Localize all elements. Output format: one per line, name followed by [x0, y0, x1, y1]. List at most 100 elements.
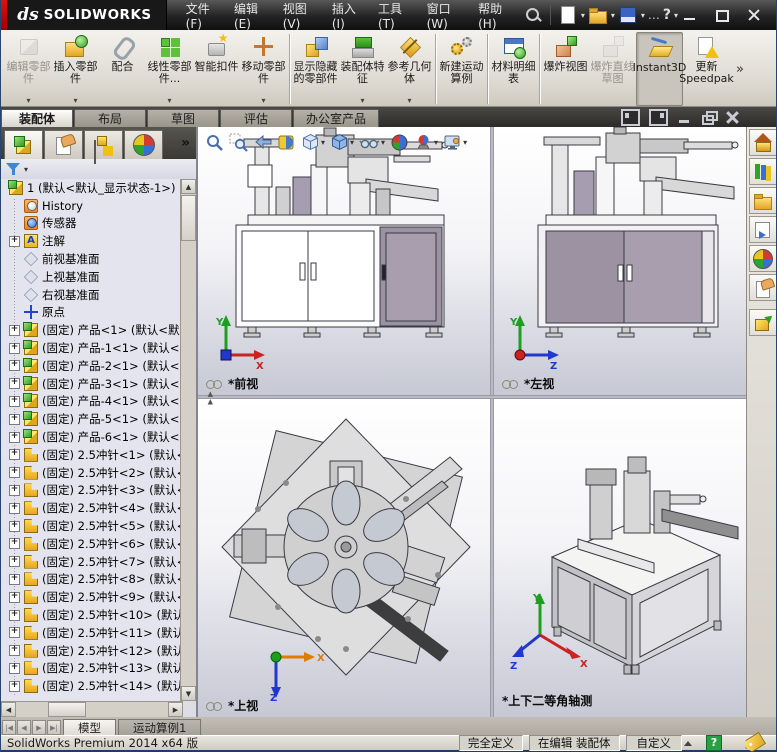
tree-item[interactable]: (固定) 2.5冲针<10> (默认< [1, 606, 183, 624]
tree-item[interactable]: (固定) 2.5冲针<11> (默认< [1, 624, 183, 642]
expand-toggle[interactable] [9, 413, 20, 425]
viewport-vertical-splitter[interactable] [490, 127, 494, 717]
zoom-to-area-icon[interactable] [228, 132, 249, 153]
splitter-handle[interactable] [199, 389, 209, 415]
document-minimize-icon[interactable] [677, 111, 692, 124]
tree-horizontal-scrollbar[interactable] [1, 701, 183, 718]
first-tab-icon[interactable] [2, 720, 16, 735]
tab-propertymanager[interactable] [44, 130, 83, 159]
toolbar-button[interactable]: 新建运动算例 [438, 32, 485, 106]
expand-toggle[interactable] [9, 556, 20, 568]
viewport-front[interactable]: Y X *前视 [198, 127, 490, 395]
tree-item[interactable]: (固定) 2.5冲针<1> (默认< [1, 446, 183, 464]
panel-overflow-chevron[interactable] [181, 135, 190, 151]
next-pane-icon[interactable] [649, 108, 668, 126]
tree-item[interactable]: (固定) 产品-4<1> (默认<默 [1, 393, 183, 411]
previous-pane-icon[interactable] [621, 108, 640, 126]
save-dropdown-arrow-icon[interactable] [641, 11, 645, 20]
previous-tab-icon[interactable] [17, 720, 31, 735]
tree-item[interactable]: (固定) 2.5冲针<4> (默认< [1, 499, 183, 517]
quick-tips-help-icon[interactable] [706, 735, 722, 751]
new-document-icon[interactable] [558, 5, 578, 25]
scrollbar-thumb[interactable] [48, 702, 86, 717]
dropdown-arrow-icon[interactable] [434, 138, 438, 147]
toolbar-button[interactable]: 材料明细表 [490, 32, 537, 106]
hide-show-items-icon[interactable] [358, 132, 386, 153]
view-orientation-icon[interactable] [300, 132, 326, 153]
display-style-icon[interactable] [329, 132, 355, 153]
tree-item[interactable]: (固定) 2.5冲针<12> (默认< [1, 642, 183, 660]
minimize-button[interactable] [678, 7, 702, 23]
dropdown-arrow-icon[interactable] [321, 138, 325, 147]
tree-item[interactable]: (固定) 2.5冲针<14> (默认< [1, 677, 183, 695]
viewport-isometric[interactable]: Y X Z *上下二等角轴测 [494, 399, 746, 717]
menu-item[interactable]: 文件(F) [175, 0, 223, 31]
toolbar-button[interactable]: 编辑零部件 [5, 32, 52, 106]
expand-toggle[interactable] [9, 591, 20, 603]
menu-item[interactable]: 编辑(E) [223, 0, 272, 31]
tree-item[interactable]: (固定) 2.5冲针<7> (默认< [1, 553, 183, 571]
tree-item[interactable]: (固定) 2.5冲针<2> (默认< [1, 464, 183, 482]
viewport-left[interactable]: Y Z *左视 [494, 127, 746, 395]
expand-toggle[interactable] [9, 662, 20, 674]
command-tab[interactable]: 装配体 [1, 109, 73, 127]
document-tab[interactable]: 模型 [63, 719, 116, 735]
expand-toggle[interactable] [9, 378, 20, 390]
tree-root-item[interactable]: 1 (默认<默认_显示状态-1>) [1, 179, 183, 197]
tree-item[interactable]: (固定) 2.5冲针<13> (默认< [1, 660, 183, 678]
next-tab-icon[interactable] [32, 720, 46, 735]
dropdown-arrow-icon[interactable] [463, 138, 467, 147]
toolbar-button[interactable]: 插入零部件 [52, 32, 99, 106]
restore-button[interactable] [710, 7, 734, 23]
tree-item[interactable]: (固定) 产品<1> (默认<默认 [1, 321, 183, 339]
dropdown-arrow-icon[interactable] [261, 96, 265, 105]
viewport-horizontal-splitter[interactable] [198, 395, 746, 399]
expand-toggle[interactable] [9, 520, 20, 532]
filter-dropdown-arrow-icon[interactable] [24, 165, 28, 174]
toolbar-button[interactable] [435, 34, 436, 104]
tab-configurationmanager[interactable] [84, 130, 123, 159]
view-settings-icon[interactable] [442, 132, 468, 153]
filter-funnel-icon[interactable] [5, 162, 21, 176]
scroll-down-icon[interactable] [181, 686, 196, 701]
new-dropdown-arrow-icon[interactable] [581, 11, 585, 20]
close-button[interactable] [742, 7, 766, 23]
expand-toggle[interactable] [9, 573, 20, 585]
tab-assembly-tools[interactable] [748, 309, 776, 336]
toolbar-button[interactable]: 参考几何体 [386, 32, 433, 106]
menu-item[interactable]: 插入(I) [321, 0, 367, 31]
save-icon[interactable] [618, 5, 638, 25]
open-dropdown-arrow-icon[interactable] [611, 11, 615, 20]
expand-toggle[interactable] [9, 680, 20, 692]
toolbar-button[interactable]: 更新 Speedpak [679, 32, 734, 106]
expand-toggle[interactable] [9, 538, 20, 550]
expand-toggle[interactable] [9, 502, 20, 514]
dropdown-arrow-icon[interactable] [360, 96, 364, 105]
dropdown-arrow-icon[interactable] [381, 138, 385, 147]
tab-solidworks-resources[interactable] [748, 129, 776, 156]
document-tab[interactable]: 运动算例1 [118, 719, 202, 735]
search-icon[interactable] [523, 5, 543, 25]
command-tab[interactable]: 布局 [74, 109, 146, 127]
tab-appearances-scenes[interactable] [748, 245, 776, 272]
tree-item[interactable]: (固定) 2.5冲针<5> (默认< [1, 517, 183, 535]
tab-displaymanager[interactable] [124, 130, 163, 159]
last-tab-icon[interactable] [47, 720, 61, 735]
toolbar-button[interactable]: Instant3D [633, 32, 686, 106]
toolbar-overflow-chevron[interactable]: » [732, 62, 748, 77]
scroll-up-icon[interactable] [181, 179, 196, 194]
command-tab[interactable]: 评估 [220, 109, 292, 127]
tree-item[interactable]: 上视基准面 [1, 268, 183, 286]
expand-toggle[interactable] [9, 235, 20, 247]
tree-item[interactable]: 前视基准面 [1, 250, 183, 268]
tab-featuremanager[interactable] [4, 130, 43, 159]
tree-vertical-scrollbar[interactable] [180, 179, 196, 701]
tab-design-library[interactable] [748, 158, 776, 185]
tree-item[interactable]: 注解 [1, 232, 183, 250]
command-tab[interactable]: 办公室产品 [293, 109, 380, 127]
tab-view-palette[interactable] [748, 216, 776, 243]
more-commands-icon[interactable] [648, 8, 660, 22]
toolbar-button[interactable]: 配合 [99, 32, 146, 106]
edit-appearance-icon[interactable] [389, 132, 410, 153]
expand-toggle[interactable] [9, 449, 20, 461]
